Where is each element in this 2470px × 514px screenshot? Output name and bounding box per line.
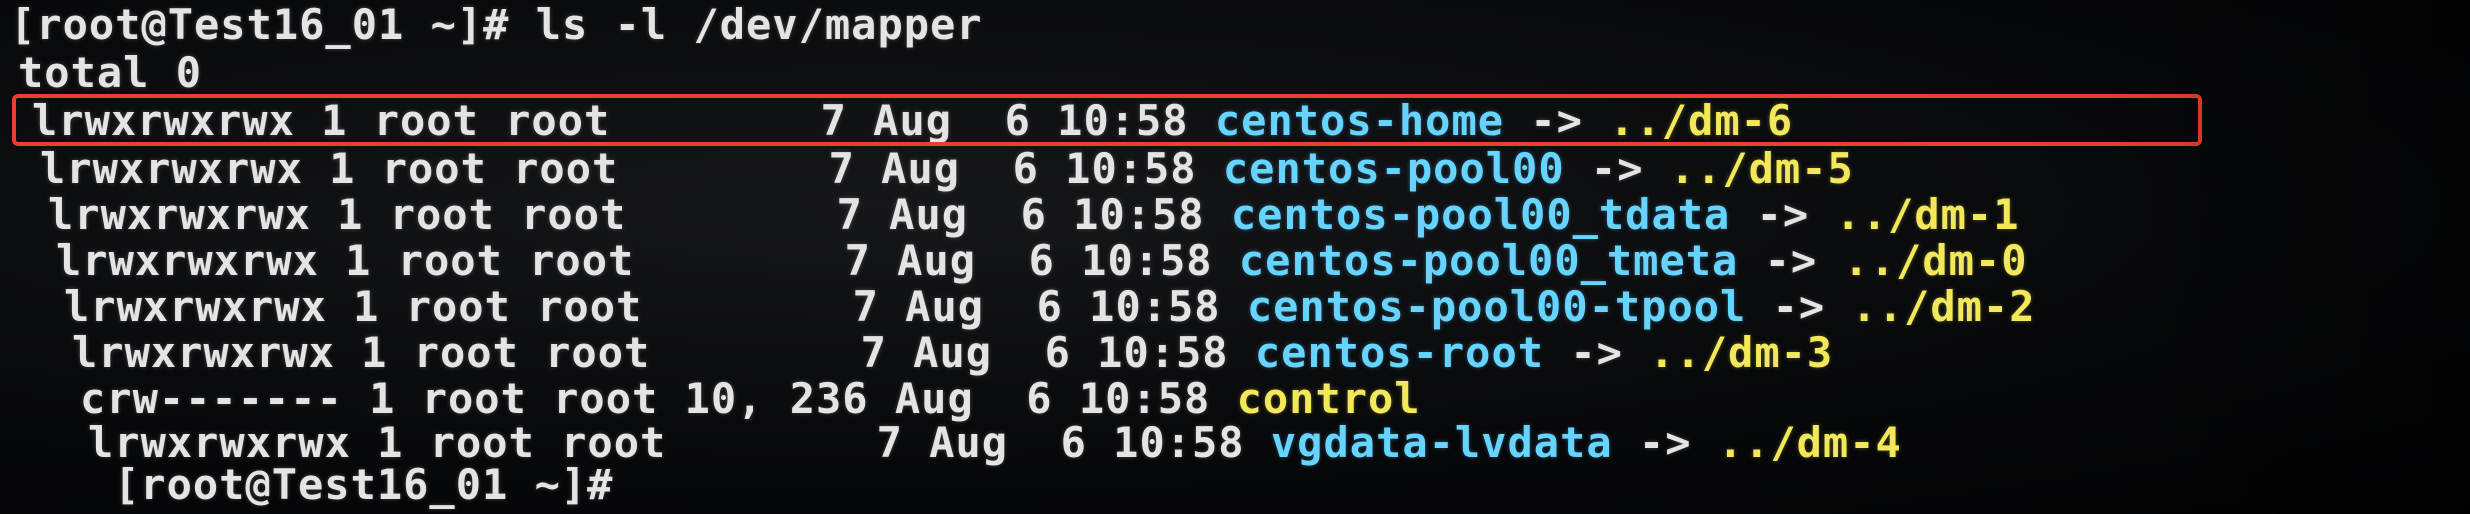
row-meta: lrwxrwxrwx 1 root root 7 Aug 6 10:58 [72, 328, 1255, 377]
total-line: total 0 [18, 48, 203, 97]
row-name: control [1236, 374, 1421, 423]
row-name: centos-pool00-tpool [1246, 282, 1747, 331]
listing-row-centos-pool00: lrwxrwxrwx 1 root root 7 Aug 6 10:58 cen… [40, 146, 1854, 192]
row-target: ../dm-0 [1843, 236, 2028, 285]
row-target: ../dm-3 [1649, 328, 1834, 377]
command-line: [root@Test16_01 ~]# ls -l /dev/mapper [10, 0, 983, 49]
listing-row-centos-pool00-tpool: lrwxrwxrwx 1 root root 7 Aug 6 10:58 cen… [64, 284, 2036, 330]
listing-row-centos-root: lrwxrwxrwx 1 root root 7 Aug 6 10:58 cen… [72, 330, 1833, 376]
row-arrow: -> [1612, 418, 1718, 467]
row-arrow: -> [1738, 236, 1844, 285]
row-target: ../dm-2 [1851, 282, 2036, 331]
highlight-box [12, 94, 2202, 146]
row-arrow: -> [1746, 282, 1852, 331]
row-target: ../dm-4 [1717, 418, 1902, 467]
listing-row-control: crw------- 1 root root 10, 236 Aug 6 10:… [80, 376, 1421, 422]
row-meta: crw------- 1 root root 10, 236 Aug 6 10:… [80, 374, 1237, 423]
row-name: centos-pool00_tmeta [1238, 236, 1739, 285]
row-arrow: -> [1730, 190, 1836, 239]
row-target: ../dm-5 [1669, 144, 1854, 193]
row-arrow: -> [1544, 328, 1650, 377]
row-name: centos-pool00 [1222, 144, 1565, 193]
row-name: vgdata-lvdata [1270, 418, 1613, 467]
row-meta: lrwxrwxrwx 1 root root 7 Aug 6 10:58 [40, 144, 1223, 193]
row-meta: lrwxrwxrwx 1 root root 7 Aug 6 10:58 [48, 190, 1231, 239]
shell-prompt[interactable]: [root@Test16_01 ~]# [114, 462, 613, 508]
listing-row-centos-pool00-tdata: lrwxrwxrwx 1 root root 7 Aug 6 10:58 cen… [48, 192, 2020, 238]
row-arrow: -> [1564, 144, 1670, 193]
terminal-screen: [root@Test16_01 ~]# ls -l /dev/mapper to… [0, 0, 2470, 514]
row-meta: lrwxrwxrwx 1 root root 7 Aug 6 10:58 [56, 236, 1239, 285]
row-name: centos-root [1254, 328, 1545, 377]
row-meta: lrwxrwxrwx 1 root root 7 Aug 6 10:58 [64, 282, 1247, 331]
row-target: ../dm-1 [1835, 190, 2020, 239]
listing-row-centos-pool00-tmeta: lrwxrwxrwx 1 root root 7 Aug 6 10:58 cen… [56, 238, 2028, 284]
row-name: centos-pool00_tdata [1230, 190, 1731, 239]
